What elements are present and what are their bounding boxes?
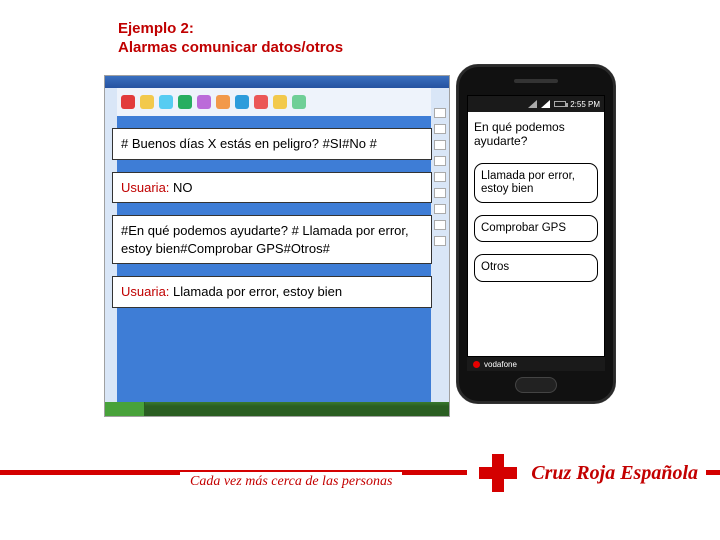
phone-option-2[interactable]: Comprobar GPS [474,215,598,242]
battery-icon [554,101,566,107]
toolbar-icon [140,95,154,109]
toolbar-icon [121,95,135,109]
phone-time: 2:55 PM [570,100,600,109]
start-button[interactable] [105,402,145,416]
footer-slogan: Cada vez más cerca de las personas [180,472,402,492]
rail-icon [434,140,446,150]
rail-icon [434,220,446,230]
phone-home-button[interactable] [515,377,557,393]
user-label: Usuaria: [121,284,169,299]
phone-option-1[interactable]: Llamada por error, estoy bien [474,163,598,203]
conversation: # Buenos días X estás en peligro? #SI#No… [112,128,432,320]
system-message-2: #En qué podemos ayudarte? # Llamada por … [112,215,432,264]
slide-title-line1: Ejemplo 2: [118,20,343,39]
slide-title: Ejemplo 2: Alarmas comunicar datos/otros [118,20,343,58]
footer: Cada vez más cerca de las personas Cruz … [0,440,720,500]
phone-speaker [514,79,558,83]
toolbar-icon [235,95,249,109]
user-label: Usuaria: [121,180,169,195]
toolbar-icon [178,95,192,109]
user-message-1: Usuaria: NO [112,172,432,204]
rail-icon [434,108,446,118]
taskbar [105,402,449,416]
toolbar [117,88,431,116]
system-message-1-text: # Buenos días X estás en peligro? #SI#No… [121,136,377,151]
user-message-2-text: Llamada por error, estoy bien [169,284,342,299]
phone-brandbar: vodafone [467,357,605,371]
toolbar-icon [292,95,306,109]
org-logo: Cruz Roja Española [467,446,706,500]
rail-icon [434,188,446,198]
rail-icon [434,204,446,214]
toolbar-icon [159,95,173,109]
signal-icon [541,100,550,108]
user-message-1-text: NO [169,180,192,195]
phone-screen: 2:55 PM En qué podemos ayudarte? Llamada… [467,95,605,357]
rail-icon [434,172,446,182]
user-message-2: Usuaria: Llamada por error, estoy bien [112,276,432,308]
red-cross-icon [475,450,521,496]
toolbar-icon [273,95,287,109]
phone-prompt: En qué podemos ayudarte? [474,118,598,151]
phone-option-3[interactable]: Otros [474,254,598,281]
vodafone-icon [473,361,480,368]
system-message-1: # Buenos días X estás en peligro? #SI#No… [112,128,432,160]
phone-screen-body: En qué podemos ayudarte? Llamada por err… [468,112,604,286]
rail-icon [434,124,446,134]
toolbar-icon [254,95,268,109]
toolbar-icon [216,95,230,109]
toolbar-icon [197,95,211,109]
slide-title-line2: Alarmas comunicar datos/otros [118,39,343,58]
rail-icon [434,236,446,246]
phone-mockup: 2:55 PM En qué podemos ayudarte? Llamada… [456,64,616,404]
right-rail [431,88,449,402]
signal-icon [528,100,537,108]
phone-statusbar: 2:55 PM [468,96,604,112]
phone-carrier: vodafone [484,360,517,369]
work-area: # Buenos días X estás en peligro? #SI#No… [104,72,616,430]
org-name: Cruz Roja Española [531,462,698,485]
system-message-2-text: #En qué podemos ayudarte? # Llamada por … [121,223,409,256]
rail-icon [434,156,446,166]
window-titlebar [105,76,449,88]
